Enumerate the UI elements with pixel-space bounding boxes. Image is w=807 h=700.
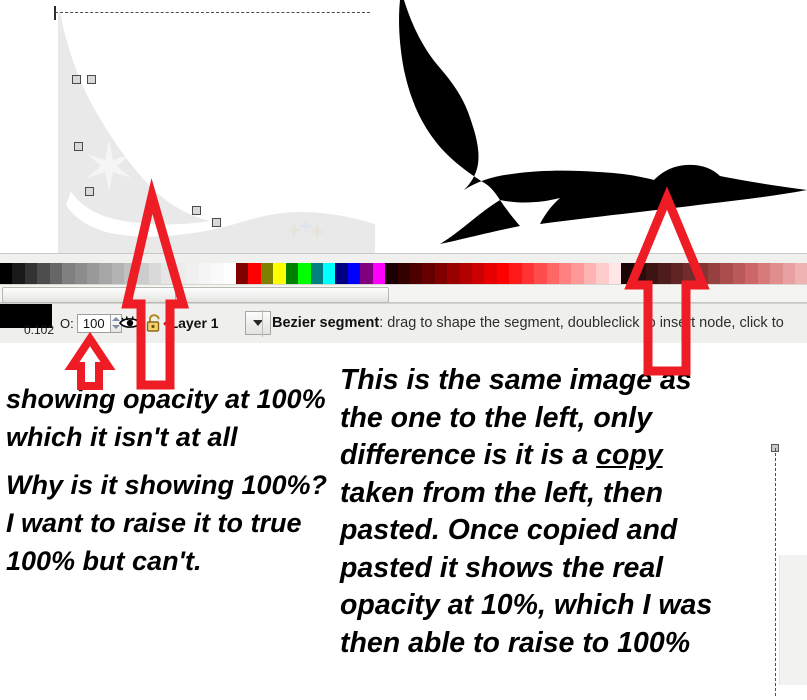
arrow-pointing-to-opacity-field	[64, 331, 116, 390]
arrow-pointing-to-faded-shape	[121, 178, 189, 390]
arrow-pointing-to-solid-shape	[624, 186, 710, 376]
annotation-arrows	[64, 178, 710, 390]
screenshot-root: 0.102 O: 100 • Layer 1 Bezier segment: d…	[0, 0, 807, 700]
